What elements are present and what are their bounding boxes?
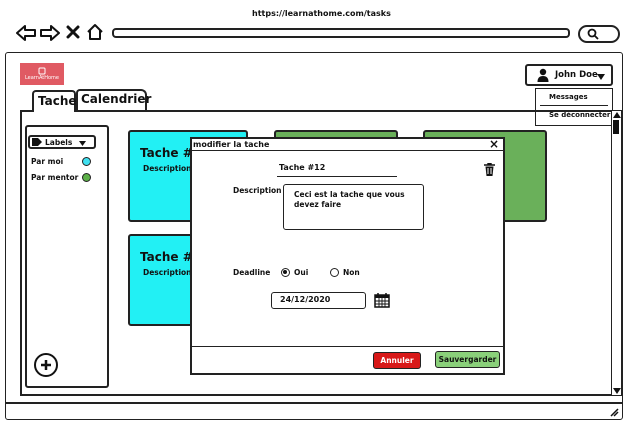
labels-button-text: Labels bbox=[45, 137, 73, 147]
date-value: 24/12/2020 bbox=[280, 295, 331, 304]
tab-tache[interactable]: Tache bbox=[32, 90, 77, 112]
save-button-label: Sauvergarder bbox=[438, 355, 497, 364]
deadline-label: Deadline bbox=[233, 268, 271, 277]
tab-calendrier[interactable]: Calendrier bbox=[76, 89, 151, 110]
logo-text: LearnAtHome bbox=[24, 75, 60, 81]
user-menu-button[interactable]: John Doe bbox=[525, 64, 613, 86]
description-label: Description bbox=[233, 186, 282, 195]
calendar-icon[interactable] bbox=[374, 292, 390, 308]
search-icon bbox=[587, 28, 599, 40]
cancel-button-label: Annuler bbox=[380, 356, 414, 365]
task-name-value[interactable]: Tache #12 bbox=[279, 163, 325, 172]
menu-divider bbox=[540, 105, 608, 106]
radio-non[interactable] bbox=[330, 268, 339, 277]
search-button[interactable] bbox=[578, 25, 620, 43]
resize-grip-icon[interactable] bbox=[609, 407, 619, 417]
date-input[interactable]: 24/12/2020 bbox=[271, 292, 366, 309]
close-page-icon[interactable] bbox=[65, 24, 81, 40]
radio-oui[interactable] bbox=[281, 268, 290, 277]
modal-header: modifier la tache × bbox=[192, 137, 503, 151]
forward-arrow-icon[interactable] bbox=[40, 23, 60, 43]
task-card-description: Description bbox=[143, 164, 192, 173]
tag-icon bbox=[32, 138, 42, 146]
filter-dot-par-moi[interactable] bbox=[82, 157, 91, 166]
modal-footer-divider bbox=[192, 346, 503, 347]
modal-title: modifier la tache bbox=[193, 140, 270, 149]
scroll-up-icon[interactable] bbox=[612, 112, 621, 118]
scrollbar-thumb[interactable] bbox=[613, 120, 619, 134]
radio-selected-dot bbox=[283, 270, 288, 275]
filter-label-par-moi: Par moi bbox=[31, 157, 64, 166]
radio-oui-label: Oui bbox=[294, 268, 309, 277]
user-name: John Doe bbox=[555, 70, 598, 80]
chevron-down-icon bbox=[597, 74, 605, 80]
address-bar[interactable] bbox=[112, 28, 570, 38]
back-arrow-icon[interactable] bbox=[16, 23, 36, 43]
task-card-description: Description bbox=[143, 268, 192, 277]
edit-task-modal: modifier la tache × Tache #12 Descriptio… bbox=[190, 137, 505, 375]
chevron-down-icon bbox=[79, 141, 86, 146]
cancel-button[interactable]: Annuler bbox=[373, 352, 421, 369]
filter-label-par-mentor: Par mentor bbox=[31, 173, 79, 182]
add-task-button[interactable] bbox=[34, 353, 58, 377]
tab-label: Tache bbox=[38, 94, 77, 108]
labels-dropdown[interactable]: Labels bbox=[28, 135, 96, 149]
user-icon bbox=[537, 68, 549, 82]
app-logo: LearnAtHome bbox=[20, 63, 64, 85]
vertical-scrollbar[interactable] bbox=[611, 110, 622, 396]
trash-icon[interactable] bbox=[484, 163, 495, 176]
horizontal-scrollbar[interactable] bbox=[5, 402, 623, 420]
home-icon[interactable] bbox=[86, 23, 104, 41]
save-button[interactable]: Sauvergarder bbox=[435, 351, 500, 368]
menu-item-messages[interactable]: Messages bbox=[549, 93, 588, 101]
radio-non-label: Non bbox=[343, 268, 360, 277]
description-textarea[interactable]: Ceci est la tache que vous devez faire bbox=[283, 184, 424, 230]
browser-toolbar: https://learnathome.com/tasks bbox=[0, 0, 627, 52]
page-url-title: https://learnathome.com/tasks bbox=[252, 9, 391, 18]
task-name-underline bbox=[277, 176, 397, 177]
scroll-down-icon[interactable] bbox=[612, 388, 621, 394]
tab-label: Calendrier bbox=[81, 92, 152, 106]
description-text: Ceci est la tache que vous devez faire bbox=[294, 190, 405, 209]
filter-dot-par-mentor[interactable] bbox=[82, 173, 91, 182]
plus-icon bbox=[41, 360, 51, 370]
close-icon[interactable]: × bbox=[489, 137, 499, 151]
